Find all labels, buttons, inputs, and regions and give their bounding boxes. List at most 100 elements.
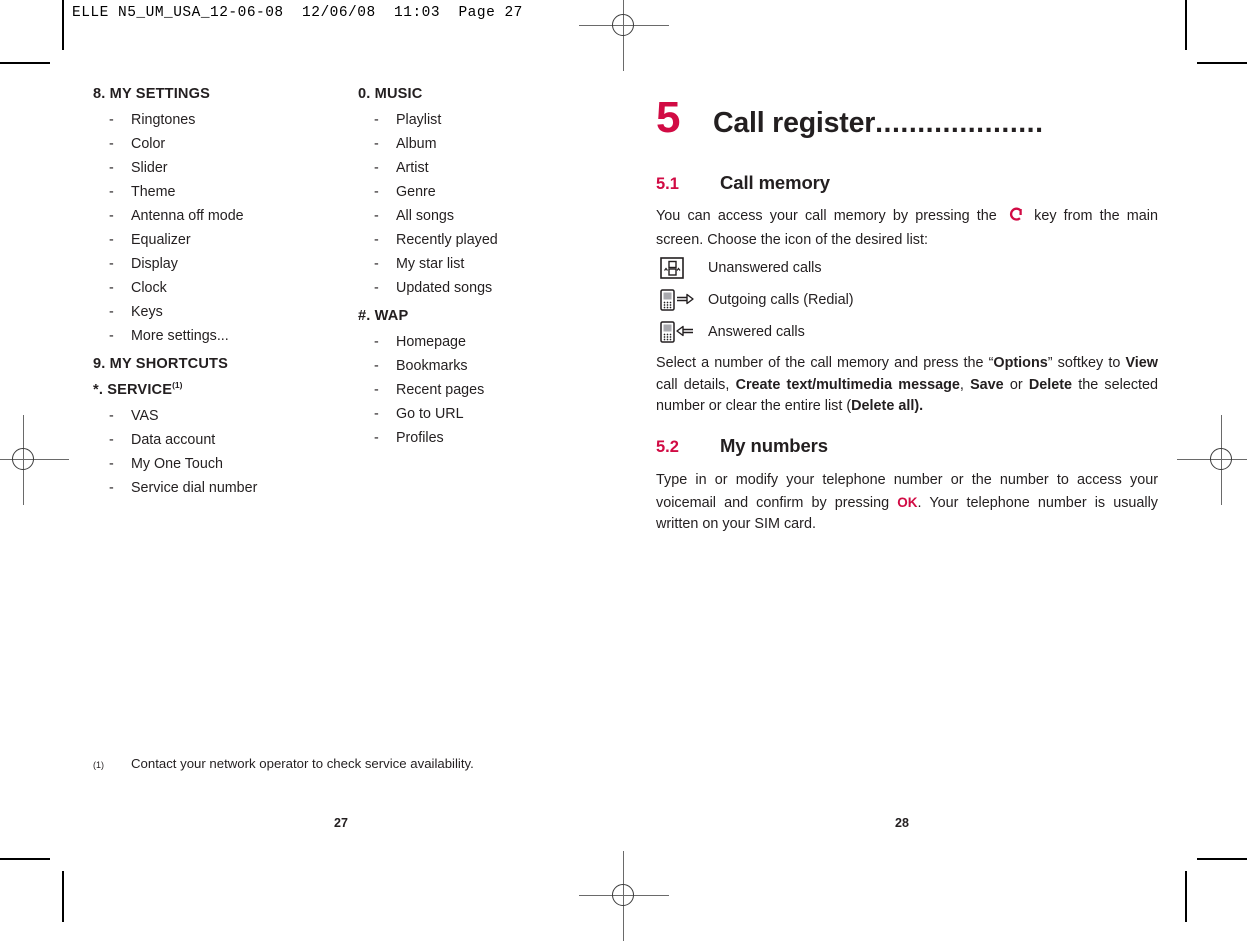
toc-item-label: Clock [131, 280, 167, 296]
call-key-icon [1008, 207, 1023, 230]
list-item[interactable]: Answered calls [656, 316, 1156, 348]
list-dash: - [374, 430, 379, 446]
toc-item-label: Data account [131, 431, 216, 448]
chapter-heading: 5 Call register .................... [656, 96, 1166, 140]
toc-heading-label: 9. MY SHORTCUTS [93, 356, 228, 372]
list-dash: - [109, 160, 114, 176]
toc-item-label: Genre [396, 184, 436, 200]
toc-item-label: Keys [131, 304, 163, 320]
toc-heading-my-shortcuts: 9. MY SHORTCUTS [93, 356, 343, 372]
toc-item: - More settings... [93, 324, 343, 348]
list-dash: - [374, 232, 379, 248]
options-text-2: ” softkey to [1047, 355, 1126, 371]
toc-item: - Artist [358, 156, 608, 180]
toc-item-label: More settings... [131, 328, 229, 344]
list-item[interactable]: Unanswered calls [656, 252, 1156, 284]
list-dash: - [109, 112, 114, 128]
toc-item: - Album [358, 132, 608, 156]
list-dash: - [109, 455, 114, 472]
list-dash: - [109, 256, 114, 272]
toc-item-label: Playlist [396, 112, 442, 128]
toc-column-1: 8. MY SETTINGS - Ringtones - Color - Slider… [93, 86, 343, 500]
toc-item-label: Display [131, 256, 178, 272]
toc-list-wap: - Homepage - Bookmarks - Recent pages - Go t… [358, 330, 608, 450]
toc-heading-label: 0. MUSIC [358, 86, 423, 102]
toc-item: - Recently played [358, 228, 608, 252]
list-dash: - [374, 160, 379, 176]
toc-item: - Theme [93, 180, 343, 204]
toc-item-label: Recently played [396, 232, 498, 248]
toc-item: - Equalizer [93, 228, 343, 252]
list-dash: - [374, 256, 379, 272]
toc-item-label: Ringtones [131, 112, 196, 128]
list-item-label: Outgoing calls (Redial) [708, 292, 854, 308]
list-dash: - [374, 358, 379, 374]
options-text-1: Select a number of the call memory and p… [656, 355, 994, 371]
toc-item: - Antenna off mode [93, 204, 343, 228]
chapter-leader-dots: .................... [875, 107, 1044, 139]
list-dash: - [374, 280, 379, 296]
toc-item-label: All songs [396, 208, 455, 224]
toc-item-label: Service dial number [131, 479, 258, 496]
options-bold-options: Options [993, 355, 1048, 371]
toc-item-label: Homepage [396, 334, 466, 350]
section-title: Call memory [720, 172, 830, 193]
toc-list-music: - Playlist - Album - Artist - Genre - All son… [358, 108, 608, 300]
toc-item-label: Theme [131, 184, 176, 200]
options-bold-save: Save [970, 376, 1004, 393]
toc-item: - Profiles [358, 426, 608, 450]
toc-item-label: Profiles [396, 430, 444, 446]
intro-text-before-key: You can access your call memory by press… [656, 208, 997, 224]
toc-heading-wap: #. WAP [358, 308, 608, 324]
toc-column-2: 0. MUSIC - Playlist - Album - Artist - Genre… [358, 86, 608, 450]
toc-item: - Slider [93, 156, 343, 180]
list-item-label: Unanswered calls [708, 260, 822, 276]
toc-list-my-settings: - Ringtones - Color - Slider - Theme - Antenn… [93, 108, 343, 348]
toc-item: - Go to URL [358, 402, 608, 426]
toc-heading-label: *. SERVICE [93, 381, 173, 398]
page-right: 5 Call register .................... 5.1… [623, 0, 1247, 922]
section-heading-5-2: 5.2 My numbers [656, 435, 1166, 457]
chapter-number: 5 [656, 93, 681, 142]
toc-item: - My One Touch [93, 452, 343, 476]
toc-item-label: Recent pages [396, 382, 485, 398]
paragraph-my-numbers: Type in or modify your telephone number … [656, 470, 1158, 536]
list-dash: - [109, 479, 114, 496]
toc-item: - Display [93, 252, 343, 276]
list-dash: - [374, 406, 379, 422]
toc-item-label: Artist [396, 160, 429, 176]
footnote-marker: (1) [172, 380, 183, 390]
toc-item-label: Bookmarks [396, 358, 468, 374]
toc-item: - Data account [93, 428, 343, 452]
options-bold-view: View [1125, 355, 1158, 371]
toc-item-label: Album [396, 136, 437, 152]
toc-item: - My star list [358, 252, 608, 276]
list-dash: - [109, 232, 114, 248]
toc-item: - Keys [93, 300, 343, 324]
call-memory-icon-list: Unanswered calls Outgoing calls (Redial) [656, 252, 1156, 348]
toc-item: - Playlist [358, 108, 608, 132]
list-dash: - [109, 280, 114, 296]
chapter-title: Call register [713, 107, 876, 139]
toc-item: - Service dial number [93, 476, 343, 500]
toc-heading-service: *. SERVICE(1) [93, 380, 343, 398]
toc-heading-label: #. WAP [358, 308, 409, 324]
toc-item-label: Go to URL [396, 406, 464, 422]
list-dash: - [374, 184, 379, 200]
page-left: 8. MY SETTINGS - Ringtones - Color - Slider… [0, 0, 623, 922]
ok-key-icon: OK [897, 494, 918, 510]
toc-item: - VAS [93, 404, 343, 428]
footnote: (1) Contact your network operator to che… [93, 755, 563, 774]
toc-item: - Ringtones [93, 108, 343, 132]
options-text-4: , [959, 376, 971, 393]
list-dash: - [109, 136, 114, 152]
list-dash: - [374, 334, 379, 350]
toc-item: - Recent pages [358, 378, 608, 402]
list-dash: - [109, 304, 114, 320]
list-dash: - [109, 208, 114, 224]
toc-item-label: Antenna off mode [131, 208, 244, 224]
list-item[interactable]: Outgoing calls (Redial) [656, 284, 1156, 316]
list-dash: - [374, 136, 379, 152]
toc-item: - All songs [358, 204, 608, 228]
toc-item: - Homepage [358, 330, 608, 354]
